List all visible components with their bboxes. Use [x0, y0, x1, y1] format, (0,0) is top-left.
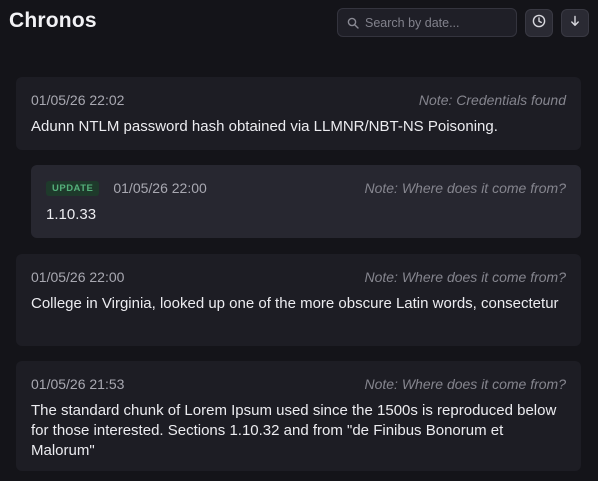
- entry-text: College in Virginia, looked up one of th…: [31, 295, 559, 312]
- entry-header: UPDATE 01/05/26 22:00 Note: Where does i…: [46, 179, 566, 197]
- entry-timestamp: 01/05/26 21:53: [31, 376, 125, 392]
- search-icon: [347, 17, 359, 29]
- entry-text: The standard chunk of Lorem Ipsum used s…: [31, 402, 557, 459]
- timeline-entry[interactable]: 01/05/26 22:00 Note: Where does it come …: [16, 254, 581, 346]
- arrow-down-icon: [569, 14, 581, 32]
- entry-note: Note: Credentials found: [418, 92, 566, 108]
- entry-header: 01/05/26 21:53 Note: Where does it come …: [31, 375, 566, 393]
- entry-note: Note: Where does it come from?: [364, 269, 566, 285]
- history-button[interactable]: [525, 9, 553, 37]
- entry-note: Note: Where does it come from?: [364, 180, 566, 196]
- entry-timestamp: 01/05/26 22:02: [31, 92, 125, 108]
- timeline-update-entry[interactable]: UPDATE 01/05/26 22:00 Note: Where does i…: [31, 165, 581, 238]
- entry-text: 1.10.33: [46, 206, 97, 223]
- timeline-entry[interactable]: 01/05/26 21:53 Note: Where does it come …: [16, 361, 581, 471]
- update-badge: UPDATE: [46, 180, 100, 196]
- header: Chronos: [0, 0, 598, 46]
- search-box[interactable]: [337, 8, 517, 37]
- entry-header: 01/05/26 22:00 Note: Where does it come …: [31, 268, 566, 286]
- app-title: Chronos: [9, 9, 97, 32]
- app-window: Chronos Search by date... 01/05/26 22:02…: [0, 0, 598, 481]
- clock-icon: [532, 14, 546, 33]
- entry-header: 01/05/26 22:02 Note: Credentials found: [31, 91, 566, 109]
- search-input[interactable]: [365, 15, 515, 30]
- sort-button[interactable]: [561, 9, 589, 37]
- entry-timestamp: 01/05/26 22:00: [113, 180, 207, 196]
- entry-text: Adunn NTLM password hash obtained via LL…: [31, 118, 498, 135]
- entry-note: Note: Where does it come from?: [364, 376, 566, 392]
- entry-timestamp: 01/05/26 22:00: [31, 269, 125, 285]
- timeline-entry[interactable]: 01/05/26 22:02 Note: Credentials found A…: [16, 77, 581, 150]
